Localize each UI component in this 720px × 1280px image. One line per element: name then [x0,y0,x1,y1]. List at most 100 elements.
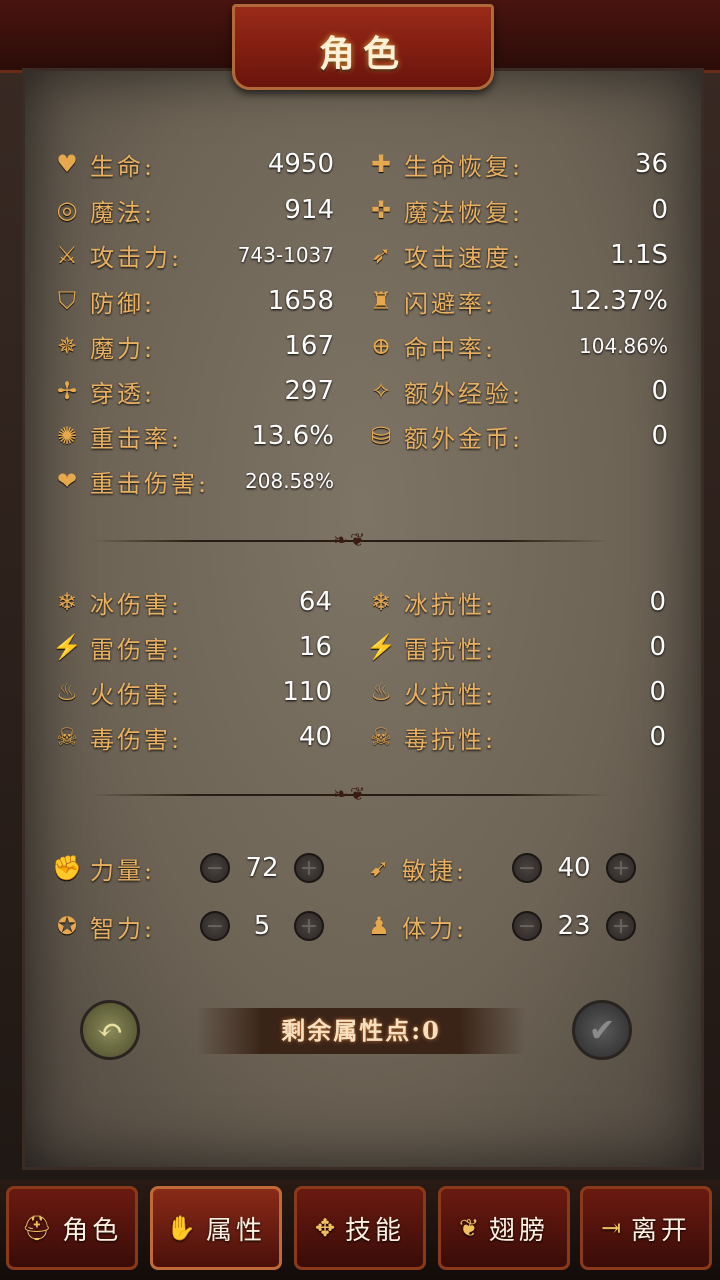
mana-swirl-icon: ◎ [56,196,78,224]
stat-label: 魔法恢复: [404,198,524,227]
ice-icon: ❄ [56,588,78,616]
decrease-strength-button[interactable]: − [200,853,230,883]
stat-row: ⚡ 雷伤害: 16 [52,629,332,665]
stat-label: 雷抗性: [404,635,497,664]
stat-value: 297 [284,376,334,406]
stat-label: 火伤害: [90,680,183,709]
checkmark-icon: ✔ [588,1011,616,1049]
tab-wings[interactable]: ❦ 翅膀 [438,1186,570,1270]
stat-label: 毒抗性: [404,725,497,754]
stat-value: 1.1S [610,240,668,270]
increase-intellect-button[interactable]: + [294,911,324,941]
stat-value: 12.37% [568,286,668,316]
tab-exit[interactable]: ⇥ 离开 [580,1186,712,1270]
divider: ❧❦ [90,784,610,805]
stat-value: 743-1037 [237,243,334,267]
stat-row: ❄ 冰抗性: 0 [366,584,666,620]
back-button[interactable]: ↶ [80,1000,140,1060]
body-icon: ♟ [368,912,390,940]
shield-icon: ⛉ [58,287,76,315]
stat-value: 167 [284,331,334,361]
stat-value: 64 [298,587,332,617]
stat-value: 16 [298,632,332,662]
stat-value: 0 [649,722,666,752]
stat-row: ✜ 魔法恢复: 0 [366,192,668,228]
stat-row: ☠ 毒抗性: 0 [366,719,666,755]
increase-stamina-button[interactable]: + [606,911,636,941]
divider-ornament-icon: ❧❦ [332,784,368,805]
stat-row: ❄ 冰伤害: 64 [52,584,332,620]
stat-label: 冰伤害: [90,590,183,619]
attack-speed-icon: ➶ [370,241,392,269]
stat-value: 4950 [267,149,334,179]
stat-row: ◎ 魔法: 914 [52,192,334,228]
stat-row: ⛁ 额外金币: 0 [366,418,668,454]
stat-value: 0 [651,195,668,225]
exp-bonus-icon: ✧ [370,377,392,405]
fire-resist-icon: ♨ [370,678,392,706]
dodge-icon: ♜ [370,287,392,315]
lightning-resist-icon: ⚡ [366,633,396,661]
undo-arrow-icon: ↶ [96,1011,124,1049]
tab-skill[interactable]: ✥ 技能 [294,1186,426,1270]
stat-value: 0 [651,421,668,451]
wings-icon: ❦ [458,1214,484,1242]
tab-label: 技能 [345,1215,406,1246]
stat-label: 攻击速度: [404,243,524,272]
stat-label: 魔法: [90,198,156,227]
life-regen-icon: ✚ [370,150,392,178]
stat-label: 毒伤害: [90,725,183,754]
bottom-tab-bar: ⛑ 角色 ✋ 属性 ✥ 技能 ❦ 翅膀 ⇥ 离开 [0,1180,720,1280]
attribute-value: 72 [245,853,279,883]
stat-label: 攻击力: [90,243,183,272]
tab-attribute[interactable]: ✋ 属性 [150,1186,282,1270]
title-plate: 角色 [232,4,494,90]
magic-power-icon: ✵ [56,332,78,360]
stat-label: 重击伤害: [90,469,210,498]
attribute-label: 体力: [402,914,468,943]
stat-value: 0 [649,632,666,662]
stat-label: 重击率: [90,424,183,453]
page-title: 角色 [318,33,407,75]
decrease-intellect-button[interactable]: − [200,911,230,941]
critical-rate-icon: ✺ [56,422,78,450]
stat-row: ✚ 生命恢复: 36 [366,146,668,182]
tab-helmet[interactable]: ⛑ 角色 [6,1186,138,1270]
attribute-row-stamina: ♟ 体力: −23 + [364,906,636,946]
stat-row: ✵ 魔力: 167 [52,328,334,364]
stat-value: 0 [651,376,668,406]
stat-row: ❤ 重击伤害: 208.58% [52,463,334,499]
critical-damage-icon: ❤ [56,467,78,495]
attribute-row-intellect: ✪ 智力: −5 + [52,906,324,946]
stat-label: 火抗性: [404,680,497,709]
increase-strength-button[interactable]: + [294,853,324,883]
stat-row: ♨ 火抗性: 0 [366,674,666,710]
poison-resist-icon: ☠ [370,723,392,751]
stat-label: 冰抗性: [404,590,497,619]
poison-icon: ☠ [56,723,78,751]
stat-row: ⊕ 命中率: 104.86% [366,328,668,364]
decrease-stamina-button[interactable]: − [512,911,542,941]
stat-value: 1658 [267,286,334,316]
remaining-points-label: 剩余属性点:0 [196,1008,526,1054]
stat-value: 40 [298,722,332,752]
attribute-label: 智力: [90,914,156,943]
confirm-button[interactable]: ✔ [572,1000,632,1060]
increase-agility-button[interactable]: + [606,853,636,883]
skill-icon: ✥ [314,1214,340,1242]
stat-label: 额外金币: [404,424,524,453]
pierce-icon: ✢ [56,377,78,405]
stat-label: 命中率: [404,334,497,363]
tab-label: 角色 [62,1215,123,1246]
lightning-icon: ⚡ [52,633,82,661]
attribute-label: 敏捷: [402,856,468,885]
stat-label: 雷伤害: [90,635,183,664]
stat-label: 穿透: [90,379,156,408]
attribute-label: 力量: [90,856,156,885]
stat-value: 104.86% [579,334,668,358]
decrease-agility-button[interactable]: − [512,853,542,883]
tab-label: 属性 [205,1215,266,1246]
attribute-row-agility: ➹ 敏捷: −40 + [364,848,636,888]
exit-icon: ⇥ [600,1214,626,1242]
stat-row: ⛉ 防御: 1658 [52,283,334,319]
